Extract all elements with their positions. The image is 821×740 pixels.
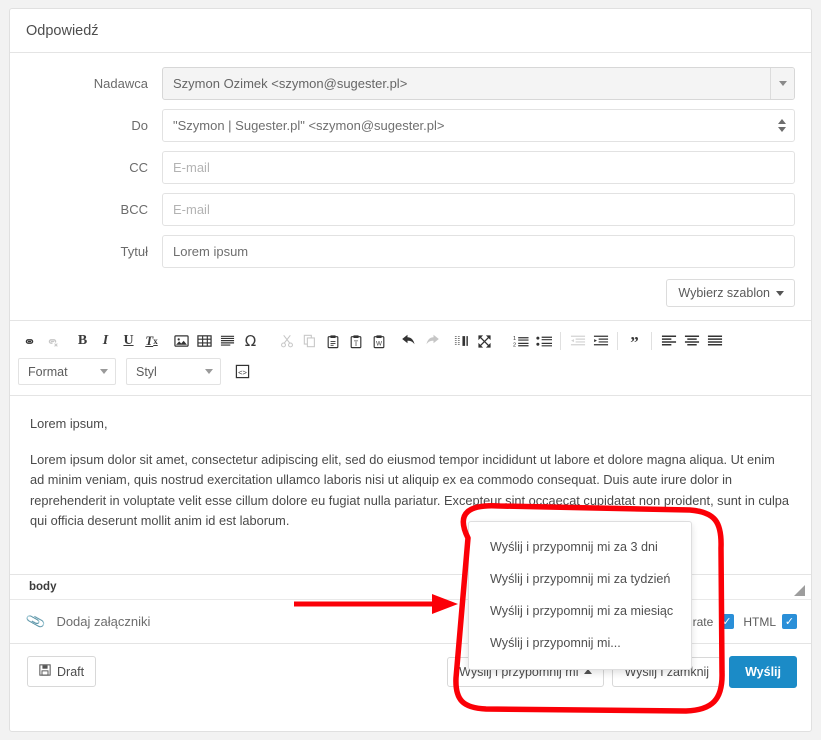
bold-icon[interactable]: B	[71, 330, 94, 352]
attachment-options: st rate ✓ HTML ✓	[680, 614, 811, 629]
send-and-remind-dropdown: Wyślij i przypomnij mi za 3 dni Wyślij i…	[468, 521, 692, 670]
style-select-label: Styl	[136, 364, 157, 379]
image-icon[interactable]	[170, 330, 193, 352]
svg-text:W: W	[376, 340, 382, 347]
field-row-cc: CC E-mail	[26, 151, 795, 184]
cut-icon[interactable]	[275, 330, 298, 352]
label-bcc: BCC	[120, 202, 148, 217]
svg-text:2: 2	[513, 343, 516, 348]
editor-toolbar: B I U Tx Ω T W 1 2 ”	[10, 321, 811, 356]
panel-header: Odpowiedź	[10, 9, 811, 53]
page-title: Odpowiedź	[26, 22, 99, 39]
cc-input[interactable]: E-mail	[162, 151, 795, 184]
justify-icon[interactable]	[703, 330, 726, 352]
send-label: Wyślij	[745, 664, 781, 679]
special-character-icon[interactable]: Ω	[239, 330, 262, 352]
align-left-icon[interactable]	[657, 330, 680, 352]
send-button[interactable]: Wyślij	[729, 655, 797, 688]
chevron-down-icon	[100, 369, 108, 374]
blockquote-icon[interactable]: ”	[623, 330, 646, 352]
paste-as-text-icon[interactable]: T	[344, 330, 367, 352]
bulleted-list-icon[interactable]	[532, 330, 555, 352]
redo-icon[interactable]	[420, 330, 443, 352]
source-icon[interactable]: <>	[231, 361, 254, 383]
recipient-spinner-icon[interactable]	[778, 109, 786, 142]
horizontal-rule-icon[interactable]	[216, 330, 239, 352]
dropdown-item-month[interactable]: Wyślij i przypomnij mi za miesiąc	[469, 595, 691, 627]
paste-from-word-icon[interactable]: W	[367, 330, 390, 352]
recipient-select[interactable]: "Szymon | Sugester.pl" <szymon@sugester.…	[162, 109, 795, 142]
indent-icon[interactable]	[589, 330, 612, 352]
remove-format-icon[interactable]: Tx	[140, 330, 163, 352]
draft-button[interactable]: Draft	[27, 656, 97, 687]
underline-icon[interactable]: U	[117, 330, 140, 352]
field-row-nadawca: Nadawca Szymon Ozimek <szymon@sugester.p…	[26, 67, 795, 100]
add-attachments-button[interactable]: Dodaj załączniki	[56, 614, 150, 629]
sender-select[interactable]: Szymon Ozimek <szymon@sugester.pl>	[162, 67, 795, 100]
field-row-bcc: BCC E-mail	[26, 193, 795, 226]
undo-icon[interactable]	[397, 330, 420, 352]
chevron-down-icon	[778, 81, 787, 86]
select-template-label: Wybierz szablon	[678, 286, 770, 300]
request-rate-checkbox[interactable]: ✓	[719, 614, 735, 629]
table-icon[interactable]	[193, 330, 216, 352]
outdent-icon[interactable]	[566, 330, 589, 352]
draft-label: Draft	[57, 664, 85, 679]
element-path-body[interactable]: body	[29, 581, 56, 593]
unlink-icon[interactable]	[41, 330, 64, 352]
label-tytul: Tytuł	[120, 244, 148, 259]
label-do: Do	[131, 118, 148, 133]
save-icon	[39, 664, 51, 679]
subject-input[interactable]: Lorem ipsum	[162, 235, 795, 268]
dropdown-item-custom[interactable]: Wyślij i przypomnij mi...	[469, 627, 691, 659]
select-template-button[interactable]: Wybierz szablon	[666, 279, 795, 307]
bcc-input[interactable]: E-mail	[162, 193, 795, 226]
option-html-label: HTML	[743, 614, 776, 629]
sender-dropdown-button[interactable]	[770, 68, 794, 99]
chevron-down-icon	[776, 290, 784, 296]
html-checkbox[interactable]: ✓	[782, 614, 797, 629]
format-select[interactable]: Format	[18, 358, 116, 385]
dropdown-item-3-days[interactable]: Wyślij i przypomnij mi za 3 dni	[469, 531, 691, 563]
body-paragraph: Lorem ipsum,	[30, 416, 108, 431]
italic-icon[interactable]: I	[94, 330, 117, 352]
body-paragraph: Lorem ipsum dolor sit amet, consectetur …	[30, 452, 790, 528]
chevron-down-icon	[205, 369, 213, 374]
dropdown-item-week[interactable]: Wyślij i przypomnij mi za tydzień	[469, 563, 691, 595]
compose-form: Nadawca Szymon Ozimek <szymon@sugester.p…	[10, 53, 811, 320]
align-center-icon[interactable]	[680, 330, 703, 352]
field-row-tytul: Tytuł Lorem ipsum	[26, 235, 795, 268]
svg-text:1: 1	[513, 336, 516, 342]
copy-icon[interactable]	[298, 330, 321, 352]
template-row: Wybierz szablon	[26, 277, 795, 320]
maximize-icon[interactable]	[473, 330, 496, 352]
field-row-do: Do "Szymon | Sugester.pl" <szymon@sugest…	[26, 109, 795, 142]
label-nadawca: Nadawca	[93, 76, 148, 91]
svg-text:<>: <>	[238, 368, 247, 377]
page-break-icon[interactable]	[450, 330, 473, 352]
option-html[interactable]: HTML ✓	[743, 614, 797, 629]
paperclip-icon: 📎	[24, 610, 47, 632]
paste-icon[interactable]	[321, 330, 344, 352]
resize-handle-icon[interactable]	[794, 585, 805, 596]
style-select[interactable]: Styl	[126, 358, 221, 385]
format-select-label: Format	[28, 364, 68, 379]
label-cc: CC	[129, 160, 148, 175]
link-icon[interactable]	[18, 330, 41, 352]
numbered-list-icon[interactable]: 12	[509, 330, 532, 352]
svg-text:T: T	[353, 339, 358, 347]
editor-toolbar-row2: Format Styl <>	[10, 356, 811, 396]
